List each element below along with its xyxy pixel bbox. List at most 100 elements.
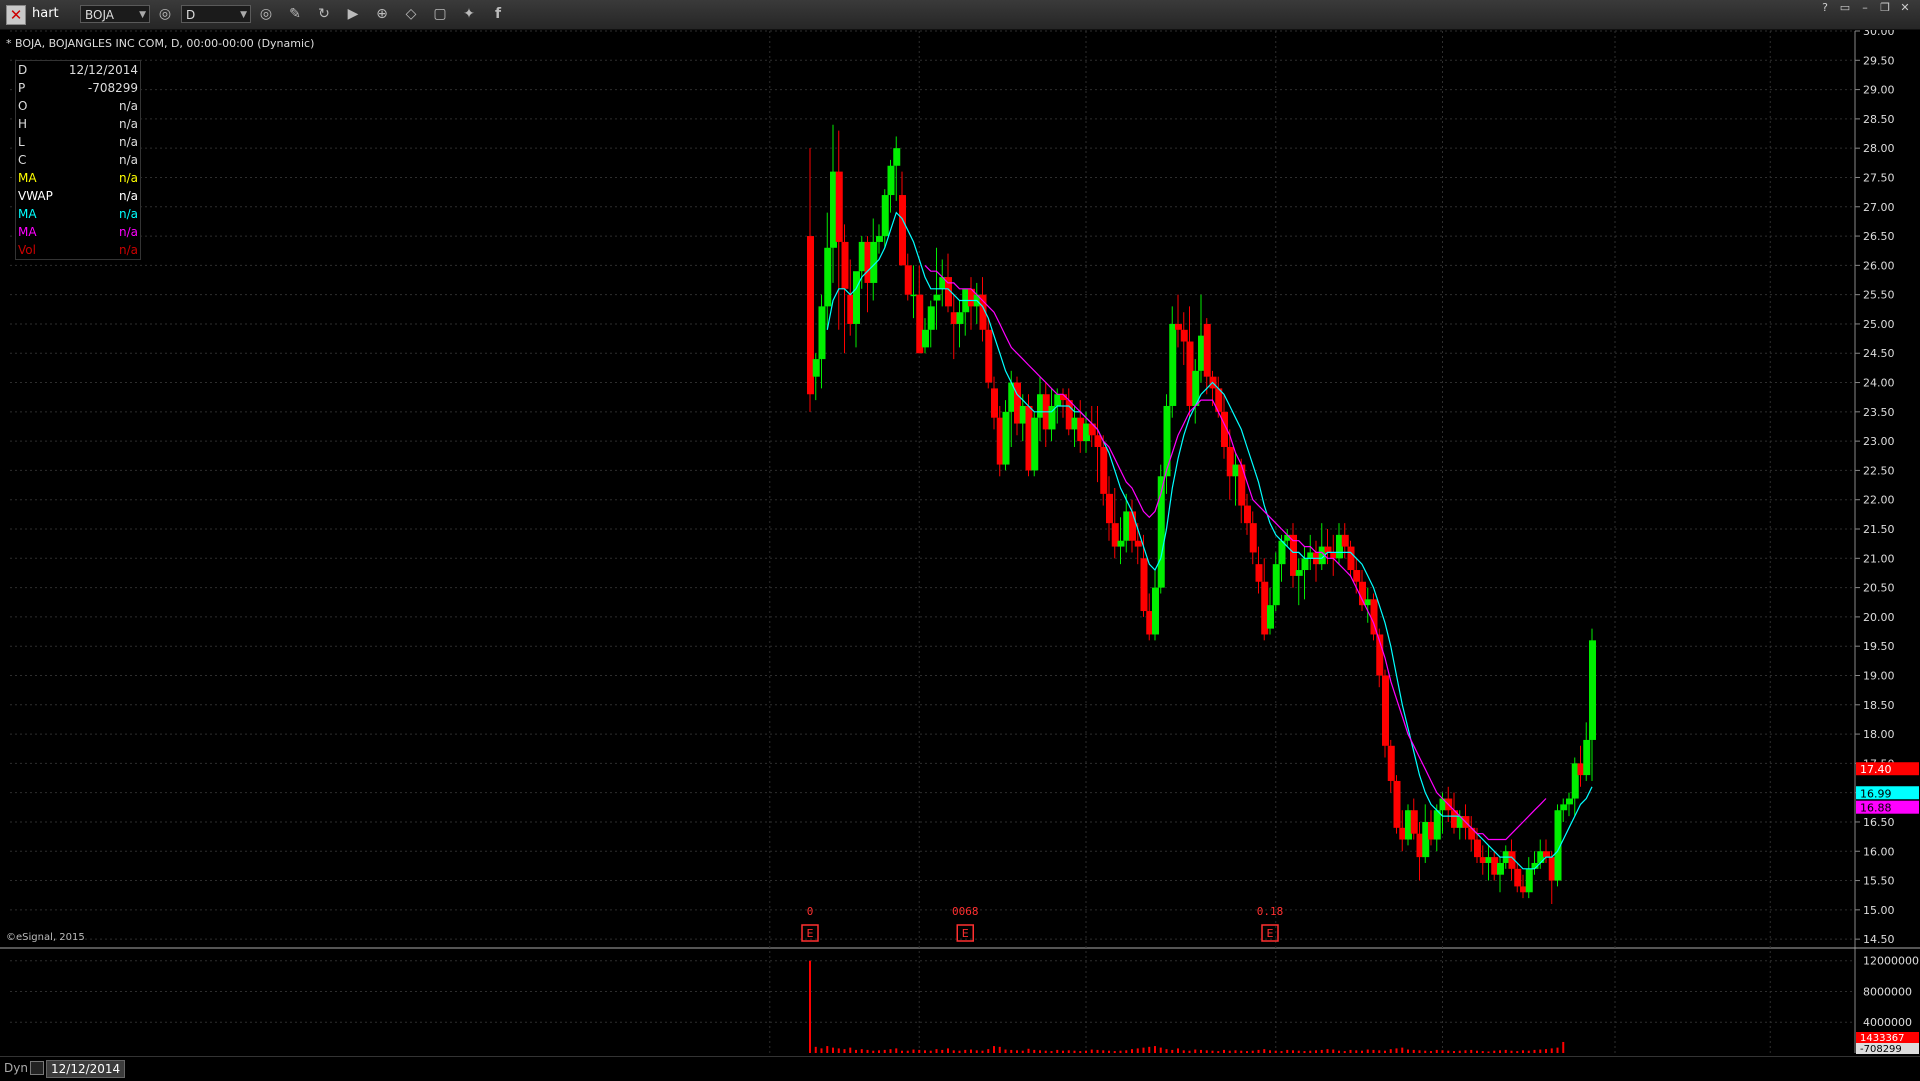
volume-bar [866, 1049, 869, 1053]
candle-body [1255, 564, 1263, 582]
earnings-icon-letter: E [962, 927, 969, 940]
candle-body [1566, 798, 1573, 805]
volume-bar [1188, 1050, 1191, 1053]
volume-bar [1182, 1050, 1185, 1053]
window-icon[interactable]: ▢ [429, 4, 451, 24]
candle-body [922, 329, 929, 348]
price-label-text: 16.88 [1860, 802, 1892, 815]
volume-bar [1067, 1050, 1070, 1053]
candle-body [1525, 868, 1533, 893]
volume-bar [1303, 1051, 1306, 1053]
volume-bar [1217, 1051, 1220, 1053]
volume-bar [1366, 1049, 1369, 1053]
symbol-value: BOJA [85, 8, 115, 22]
volume-bar [1136, 1048, 1139, 1053]
interval-input[interactable]: D ▼ [181, 5, 251, 23]
volume-bar [832, 1047, 834, 1053]
volume-label-text: 1433367 [1860, 1033, 1905, 1044]
search-icon[interactable]: ◎ [154, 4, 176, 24]
calendar-icon[interactable] [30, 1061, 44, 1075]
candle-body [1272, 564, 1280, 606]
info-row-ma: MA n/a [16, 223, 140, 241]
close-button[interactable]: ✕ [1896, 1, 1914, 15]
tag-icon[interactable]: ◇ [400, 4, 422, 24]
chart-header: * BOJA, BOJANGLES INC COM, D, 00:00-00:0… [6, 37, 315, 50]
info-row-vol: Vol n/a [16, 241, 140, 259]
date-field[interactable]: 12/12/2014 [46, 1060, 126, 1078]
candle-body [1169, 323, 1177, 406]
volume-bar [1297, 1050, 1300, 1053]
y-tick-label: 16.00 [1863, 845, 1895, 858]
maximize-button[interactable]: ❐ [1876, 1, 1894, 15]
volume-bar [1073, 1050, 1076, 1053]
y-tick-label: 23.50 [1863, 406, 1895, 419]
info-value: n/a [118, 189, 138, 203]
volume-bar [970, 1049, 972, 1053]
volume-bar [1205, 1050, 1208, 1053]
volume-bar [1493, 1050, 1496, 1053]
volume-bar [935, 1049, 938, 1053]
price-label-text: 17.40 [1860, 763, 1892, 776]
volume-bar [1039, 1050, 1041, 1053]
chart-plot-area[interactable]: 14.5015.0015.5016.0016.5017.0017.5018.00… [0, 30, 1920, 1080]
volume-bar [1372, 1049, 1375, 1053]
candle-body [904, 265, 912, 295]
volume-bar [1131, 1049, 1133, 1053]
info-label: O [18, 99, 28, 113]
volume-bar [1389, 1049, 1392, 1053]
twitter-icon[interactable]: ✦ [458, 4, 480, 24]
volume-bar [1177, 1048, 1179, 1053]
candle-body [1393, 780, 1401, 828]
facebook-icon[interactable]: f [487, 4, 509, 24]
volume-bar [1378, 1050, 1381, 1053]
candle-body [1140, 558, 1148, 612]
volume-bar [1263, 1049, 1266, 1053]
volume-bar [860, 1049, 863, 1053]
volume-bar [1476, 1050, 1478, 1053]
candle-body [1152, 587, 1159, 635]
volume-bar [1274, 1050, 1277, 1053]
volume-bar [878, 1050, 880, 1053]
chevron-down-icon: ▼ [139, 10, 146, 20]
candle-body [887, 165, 895, 196]
volume-bar [1228, 1050, 1231, 1053]
volume-bar [1021, 1050, 1024, 1053]
volume-bar [1326, 1049, 1329, 1053]
info-value: -708299 [87, 81, 138, 95]
volume-bar [1154, 1046, 1156, 1053]
candle-body [1031, 417, 1039, 471]
info-row-vwap: VWAP n/a [16, 187, 140, 205]
zoom-icon[interactable]: ⊕ [371, 4, 393, 24]
minimize-button[interactable]: – [1856, 1, 1874, 15]
app-logo-icon[interactable]: ✕ [6, 5, 26, 25]
volume-bar [1533, 1049, 1536, 1053]
symbol-input[interactable]: BOJA ▼ [80, 5, 150, 23]
info-label: MA [18, 207, 37, 221]
volume-bar [837, 1048, 840, 1053]
y-tick-label: 18.50 [1863, 699, 1895, 712]
candle-body [1468, 827, 1476, 840]
y-tick-label: 14.50 [1863, 933, 1895, 946]
pencil-icon[interactable]: ✎ [284, 4, 306, 24]
info-row-d: D 12/12/2014 [16, 61, 140, 79]
candle-body [1002, 411, 1010, 465]
volume-bar [1504, 1049, 1507, 1053]
volume-bar [820, 1048, 823, 1053]
mode-label[interactable]: Dyn [4, 1061, 28, 1075]
restore-panel-button[interactable]: ▭ [1836, 1, 1854, 15]
info-value: n/a [118, 117, 138, 131]
info-value: n/a [118, 153, 138, 167]
toolbar: ✕ hart BOJA ▼ ◎ D ▼ ◎ ✎ ↻ ▶ ⊕ ◇ ▢ ✦ f ? ▭ … [0, 0, 1920, 30]
refresh-icon[interactable]: ↻ [313, 4, 335, 24]
search-icon[interactable]: ◎ [255, 4, 277, 24]
play-icon[interactable]: ▶ [342, 4, 364, 24]
volume-bar [1332, 1049, 1335, 1053]
volume-bar [1102, 1050, 1105, 1053]
volume-bar [1286, 1049, 1289, 1053]
candle-body [1433, 810, 1441, 840]
y-tick-label: 23.00 [1863, 435, 1895, 448]
candle-body [876, 236, 883, 242]
help-button[interactable]: ? [1816, 1, 1834, 15]
info-row-ma: MA n/a [16, 169, 140, 187]
y-tick-label: 21.50 [1863, 523, 1895, 536]
